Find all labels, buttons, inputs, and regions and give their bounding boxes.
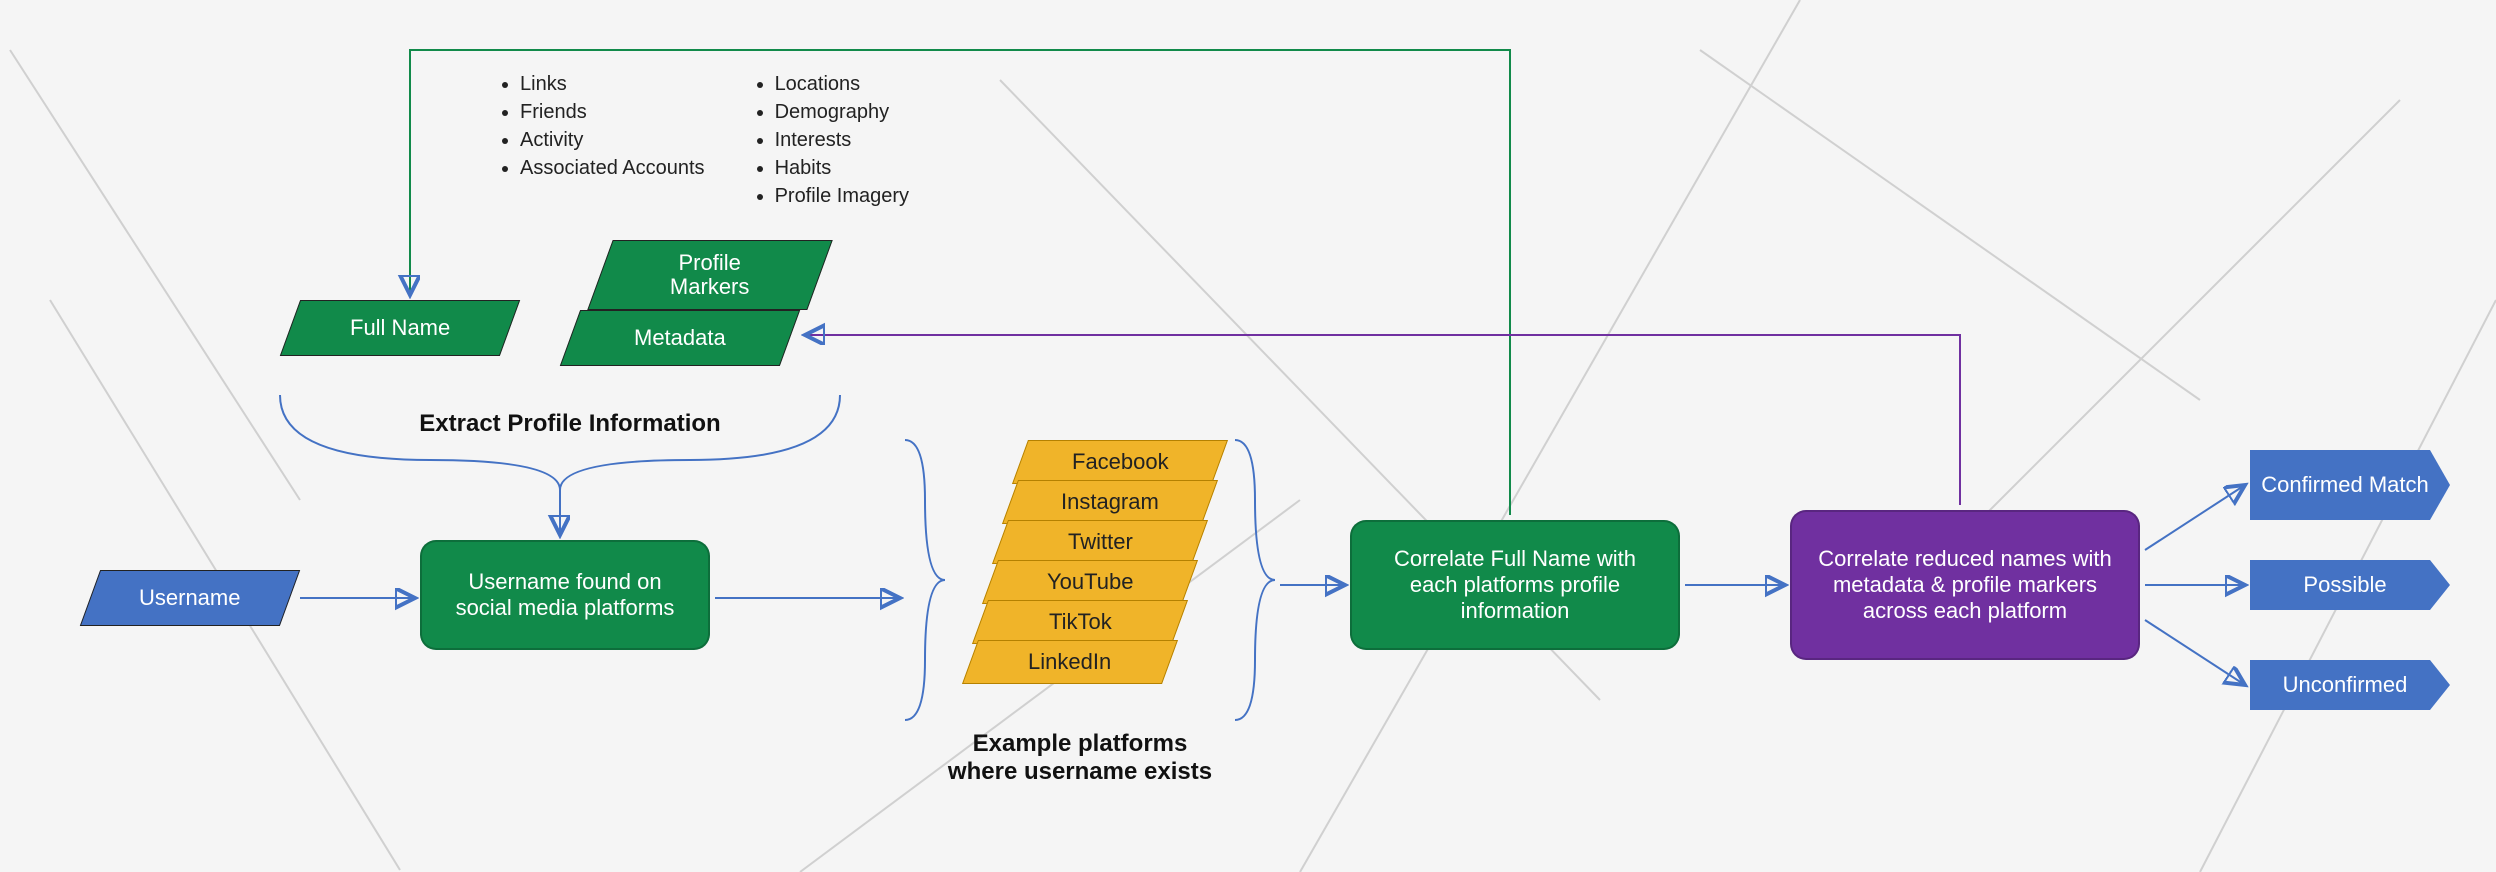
markers-col1: Links Friends Activity Associated Accoun…	[490, 70, 705, 210]
step-correlate-metadata: Correlate reduced names with metadata & …	[1790, 510, 2140, 660]
data-full-name: Full Name	[280, 300, 520, 356]
data-metadata: Metadata	[560, 310, 800, 366]
label: Instagram	[1053, 489, 1167, 515]
profile-markers-list: Links Friends Activity Associated Accoun…	[490, 70, 909, 210]
label: Correlate Full Name with each platforms …	[1370, 546, 1660, 624]
list-item: Friends	[520, 98, 705, 126]
label: Twitter	[1060, 529, 1141, 555]
label: Username	[131, 585, 248, 611]
step-correlate-name: Correlate Full Name with each platforms …	[1350, 520, 1680, 650]
list-item: Associated Accounts	[520, 154, 705, 182]
platform-item: YouTube	[982, 560, 1198, 604]
list-item: Habits	[775, 154, 910, 182]
platform-item: Instagram	[1002, 480, 1218, 524]
label: Full Name	[342, 315, 458, 341]
platform-item: LinkedIn	[962, 640, 1178, 684]
output-unconfirmed: Unconfirmed	[2250, 660, 2450, 710]
label: Unconfirmed	[2283, 672, 2408, 698]
label: Metadata	[626, 325, 734, 351]
label: Facebook	[1064, 449, 1177, 475]
list-item: Links	[520, 70, 705, 98]
step-username-found: Username found on social media platforms	[420, 540, 710, 650]
label: YouTube	[1039, 569, 1141, 595]
label: TikTok	[1041, 609, 1120, 635]
output-confirmed: Confirmed Match	[2250, 450, 2450, 520]
markers-col2: Locations Demography Interests Habits Pr…	[745, 70, 910, 210]
list-item: Demography	[775, 98, 910, 126]
label: Username found on social media platforms	[440, 569, 690, 621]
label: Possible	[2303, 572, 2386, 598]
list-item: Interests	[775, 126, 910, 154]
platforms-caption: Example platforms where username exists	[940, 730, 1220, 786]
platform-item: Twitter	[992, 520, 1208, 564]
list-item: Activity	[520, 126, 705, 154]
label: Confirmed Match	[2261, 472, 2429, 498]
list-item: Locations	[775, 70, 910, 98]
extract-caption: Extract Profile Information	[360, 410, 780, 438]
label: LinkedIn	[1020, 649, 1119, 675]
platforms-stack: Facebook Instagram Twitter YouTube TikTo…	[970, 440, 1170, 684]
platform-item: Facebook	[1012, 440, 1228, 484]
list-item: Profile Imagery	[775, 182, 910, 210]
label: Profile Markers	[662, 251, 757, 299]
output-possible: Possible	[2250, 560, 2450, 610]
label: Correlate reduced names with metadata & …	[1810, 546, 2120, 624]
data-profile-markers: Profile Markers	[587, 240, 832, 310]
platform-item: TikTok	[972, 600, 1188, 644]
data-username: Username	[80, 570, 300, 626]
